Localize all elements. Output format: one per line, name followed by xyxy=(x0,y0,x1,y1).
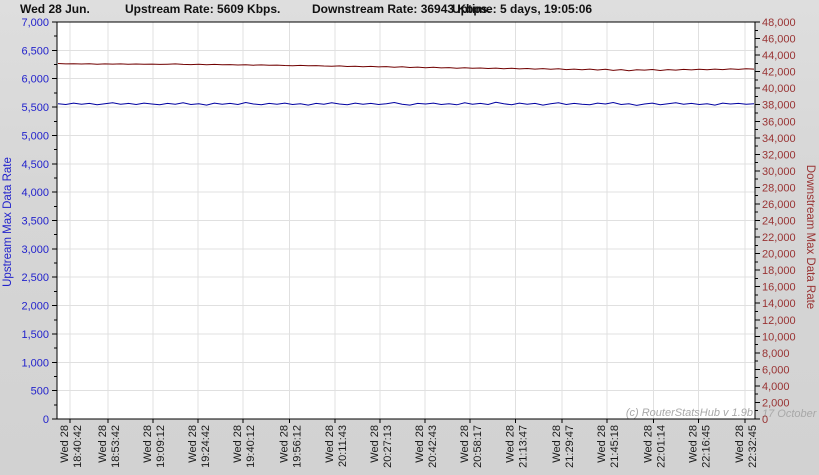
left-axis-tick-label: 6,000 xyxy=(21,74,49,86)
right-axis-tick-label: 10,000 xyxy=(762,331,796,343)
right-axis-tick-label: 46,000 xyxy=(762,34,796,46)
left-axis-tick-label: 3,500 xyxy=(21,216,49,228)
right-axis-tick-label: 12,000 xyxy=(762,315,796,327)
right-axis-tick-label: 20,000 xyxy=(762,249,796,261)
x-tick-time-label: 21:45:18 xyxy=(609,425,621,468)
x-tick-day-label: Wed 28 xyxy=(142,425,154,463)
x-tick-day-label: Wed 28 xyxy=(279,425,291,463)
right-axis-tick-label: 16,000 xyxy=(762,282,796,294)
x-tick-day-label: Wed 28 xyxy=(369,425,381,463)
x-tick-day-label: Wed 28 xyxy=(414,425,426,463)
x-tick-day-label: Wed 28 xyxy=(551,425,563,463)
right-axis-tick-label: 26,000 xyxy=(762,199,796,211)
x-tick-time-label: 22:16:45 xyxy=(700,425,712,468)
rate-chart: (c) RouterStatsHub v 1.9b17 October 2050… xyxy=(2,17,819,468)
right-axis-tick-label: 0 xyxy=(762,414,768,426)
x-tick-day-label: Wed 28 xyxy=(459,425,471,463)
x-tick-time-label: 19:56:12 xyxy=(292,425,304,468)
header-upstream-rate: Upstream Rate: 5609 Kbps. xyxy=(125,2,281,16)
x-tick-day-label: Wed 28 xyxy=(596,425,608,463)
right-axis-tick-label: 14,000 xyxy=(762,298,796,310)
x-tick-time-label: 20:58:17 xyxy=(472,425,484,468)
right-axis-tick-label: 2,000 xyxy=(762,397,790,409)
x-tick-time-label: 19:40:12 xyxy=(245,425,257,468)
right-axis-tick-label: 34,000 xyxy=(762,133,796,145)
x-tick-day-label: Wed 28 xyxy=(187,425,199,463)
x-tick-time-label: 21:29:47 xyxy=(564,425,576,468)
upstream-axis-title: Upstream Max Data Rate xyxy=(2,157,14,287)
right-axis-tick-label: 32,000 xyxy=(762,149,796,161)
x-tick-time-label: 18:53:42 xyxy=(110,425,122,468)
right-axis-tick-label: 6,000 xyxy=(762,364,790,376)
right-axis-tick-label: 36,000 xyxy=(762,116,796,128)
right-axis-tick-label: 8,000 xyxy=(762,348,790,360)
right-axis-tick-label: 30,000 xyxy=(762,166,796,178)
x-tick-day-label: Wed 28 xyxy=(734,425,746,463)
left-axis-tick-label: 2,500 xyxy=(21,272,49,284)
x-tick-day-label: Wed 28 xyxy=(97,425,109,463)
x-tick-time-label: 21:13:47 xyxy=(517,425,529,468)
header-date: Wed 28 Jun. xyxy=(20,2,90,16)
x-tick-time-label: 20:42:43 xyxy=(427,425,439,468)
right-axis-tick-label: 42,000 xyxy=(762,67,796,79)
watermark-text: (c) RouterStatsHub v 1.9b xyxy=(626,407,753,419)
x-tick-time-label: 19:24:42 xyxy=(200,425,212,468)
right-axis-tick-label: 28,000 xyxy=(762,182,796,194)
left-axis-tick-label: 2,000 xyxy=(21,301,49,313)
left-axis-tick-label: 5,000 xyxy=(21,130,49,142)
left-axis-tick-label: 6,500 xyxy=(21,45,49,57)
watermark-date-text: 17 October 2 xyxy=(762,408,819,420)
x-tick-time-label: 20:11:43 xyxy=(337,425,349,467)
status-header: Wed 28 Jun. Upstream Rate: 5609 Kbps. Do… xyxy=(0,0,819,20)
x-tick-day-label: Wed 28 xyxy=(504,425,516,463)
right-axis-tick-label: 24,000 xyxy=(762,216,796,228)
left-axis-tick-label: 500 xyxy=(31,386,49,398)
left-axis-tick-label: 1,000 xyxy=(21,357,49,369)
right-axis-tick-label: 38,000 xyxy=(762,100,796,112)
x-tick-day-label: Wed 28 xyxy=(687,425,699,463)
right-axis-tick-label: 4,000 xyxy=(762,381,790,393)
right-axis-tick-label: 18,000 xyxy=(762,265,796,277)
x-tick-time-label: 20:27:13 xyxy=(382,425,394,468)
x-tick-time-label: 18:40:42 xyxy=(72,425,84,468)
left-axis-tick-label: 0 xyxy=(43,414,49,426)
downstream-axis-title: Downstream Max Data Rate xyxy=(804,165,816,309)
left-axis-tick-label: 4,500 xyxy=(21,159,49,171)
right-axis-tick-label: 40,000 xyxy=(762,83,796,95)
x-tick-time-label: 19:09:12 xyxy=(155,425,167,468)
left-axis-tick-label: 3,000 xyxy=(21,244,49,256)
right-axis-tick-label: 22,000 xyxy=(762,232,796,244)
left-axis-tick-label: 5,500 xyxy=(21,102,49,114)
x-tick-day-label: Wed 28 xyxy=(324,425,336,463)
header-uptime: Uptime: 5 days, 19:05:06 xyxy=(452,2,593,16)
right-axis-tick-label: 44,000 xyxy=(762,50,796,62)
x-tick-day-label: Wed 28 xyxy=(232,425,244,463)
x-tick-time-label: 22:01:14 xyxy=(655,425,667,468)
left-axis-tick-label: 1,500 xyxy=(21,329,49,341)
x-tick-time-label: 22:32:45 xyxy=(747,425,759,468)
x-tick-day-label: Wed 28 xyxy=(59,425,71,463)
x-tick-day-label: Wed 28 xyxy=(642,425,654,463)
left-axis-tick-label: 4,000 xyxy=(21,187,49,199)
